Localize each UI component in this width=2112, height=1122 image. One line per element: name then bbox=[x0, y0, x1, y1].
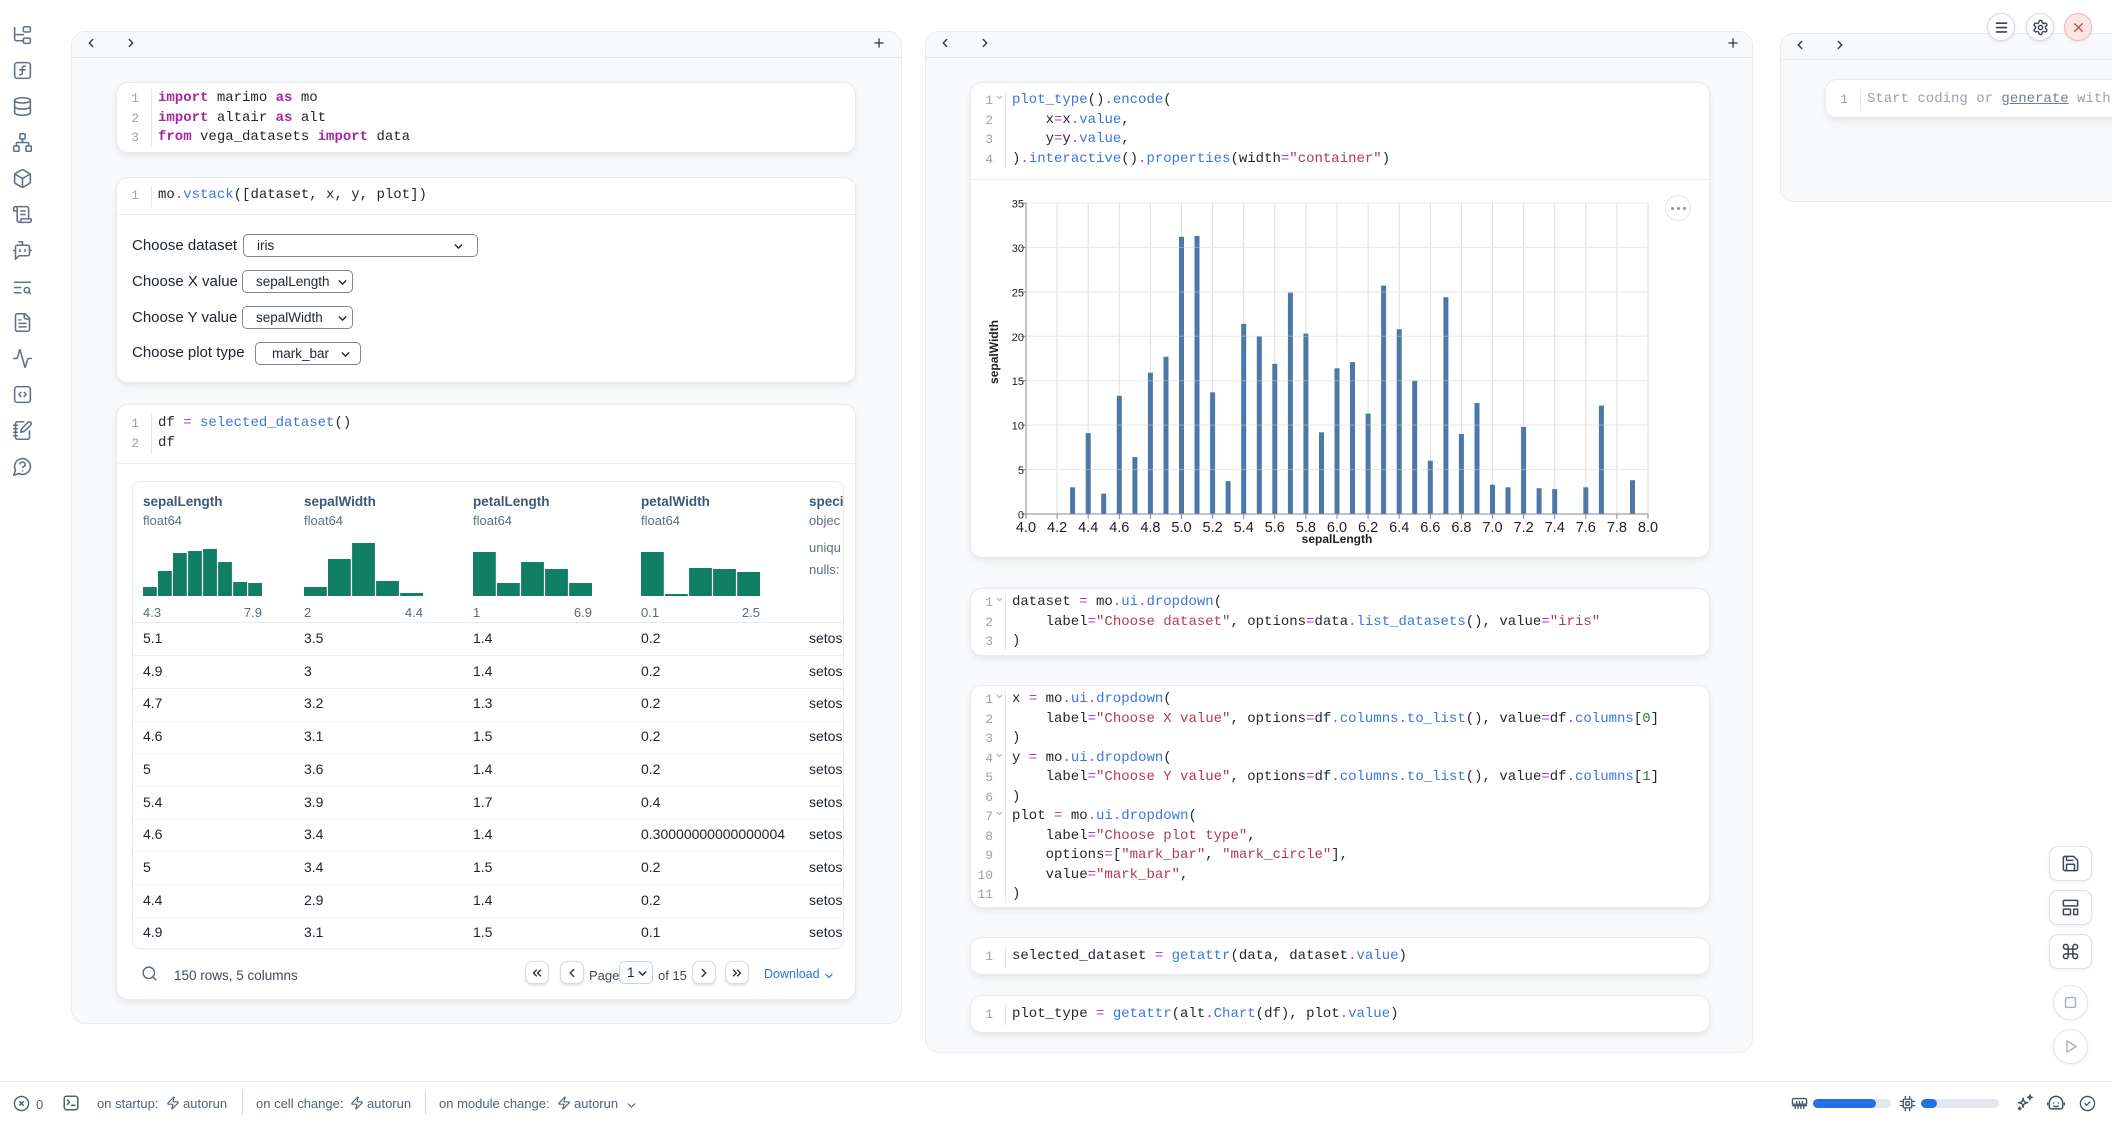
svg-text:sepalWidth: sepalWidth bbox=[987, 320, 1001, 384]
svg-text:5.4: 5.4 bbox=[1234, 520, 1254, 536]
svg-text:30: 30 bbox=[1012, 243, 1024, 255]
svg-text:4.2: 4.2 bbox=[1047, 520, 1067, 536]
svg-text:20: 20 bbox=[1012, 332, 1024, 344]
svg-text:5.6: 5.6 bbox=[1265, 520, 1285, 536]
svg-text:7.0: 7.0 bbox=[1482, 520, 1502, 536]
svg-text:5.0: 5.0 bbox=[1171, 520, 1191, 536]
svg-text:6.6: 6.6 bbox=[1420, 520, 1440, 536]
svg-text:7.2: 7.2 bbox=[1514, 520, 1534, 536]
svg-text:sepalLength: sepalLength bbox=[1302, 532, 1373, 546]
svg-text:15: 15 bbox=[1012, 376, 1024, 388]
svg-text:0: 0 bbox=[1018, 510, 1024, 522]
svg-text:4.8: 4.8 bbox=[1140, 520, 1160, 536]
svg-text:5.2: 5.2 bbox=[1203, 520, 1223, 536]
svg-text:6.4: 6.4 bbox=[1389, 520, 1409, 536]
svg-text:4.4: 4.4 bbox=[1078, 520, 1098, 536]
svg-text:7.8: 7.8 bbox=[1607, 520, 1627, 536]
svg-text:7.6: 7.6 bbox=[1576, 520, 1596, 536]
svg-text:35: 35 bbox=[1012, 199, 1024, 211]
svg-text:4.6: 4.6 bbox=[1109, 520, 1129, 536]
svg-text:5: 5 bbox=[1018, 465, 1024, 477]
svg-text:4.0: 4.0 bbox=[1016, 520, 1036, 536]
svg-text:7.4: 7.4 bbox=[1545, 520, 1565, 536]
svg-text:8.0: 8.0 bbox=[1638, 520, 1658, 536]
svg-text:25: 25 bbox=[1012, 287, 1024, 299]
svg-text:10: 10 bbox=[1012, 421, 1024, 433]
svg-text:6.8: 6.8 bbox=[1451, 520, 1471, 536]
